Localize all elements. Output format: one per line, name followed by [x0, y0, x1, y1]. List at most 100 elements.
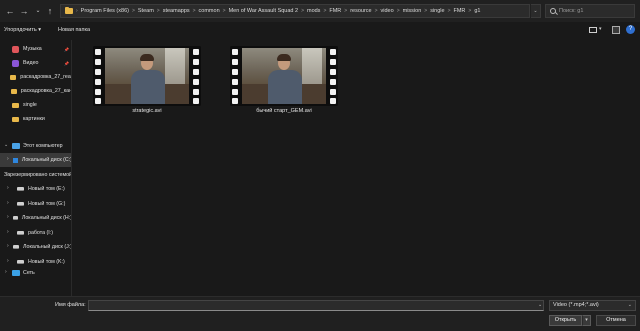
window	[302, 48, 322, 86]
breadcrumb-item[interactable]: steamapps	[163, 8, 190, 14]
chevron-right-icon[interactable]: ›	[7, 185, 9, 191]
breadcrumb-item[interactable]: g1	[474, 8, 480, 14]
cancel-button[interactable]: Отмена	[596, 315, 636, 326]
chevron-right-icon[interactable]: ›	[5, 269, 7, 275]
chevron-right-icon[interactable]: ›	[7, 200, 9, 206]
breadcrumb-item[interactable]: Steam	[138, 8, 154, 14]
sidebar-item-drive[interactable]: › работа (I:)	[0, 226, 71, 240]
filename-dropdown-icon[interactable]: ⌄	[538, 302, 542, 308]
film-hole	[95, 79, 101, 85]
chevron-right-icon[interactable]: >	[397, 8, 400, 14]
film-strip	[93, 46, 103, 106]
chevron-right-icon[interactable]: ›	[7, 258, 9, 264]
breadcrumb-item[interactable]: single	[430, 8, 444, 14]
sidebar-item-label: Видео	[23, 60, 39, 66]
chevron-right-icon[interactable]: >	[301, 8, 304, 14]
sidebar-item-quick-access[interactable]: раскадровка_27_кан	[0, 84, 71, 98]
breadcrumb-item[interactable]: FMR	[329, 8, 341, 14]
organize-button[interactable]: Упорядочить ▾	[4, 27, 41, 33]
new-folder-button[interactable]: Новая папка	[58, 27, 90, 33]
sidebar-item-drive[interactable]: › Локальный диск (H:)	[0, 211, 71, 225]
sidebar-item-label: Локальный диск (J:)	[23, 244, 72, 250]
chevron-right-icon[interactable]: >	[344, 8, 347, 14]
search-box[interactable]	[545, 4, 635, 18]
person-hair	[140, 54, 154, 61]
film-hole	[193, 89, 199, 95]
breadcrumb-item[interactable]: Program Files (x86)	[81, 8, 129, 14]
up-icon[interactable]: ↑	[44, 4, 56, 18]
view-dropdown-icon[interactable]: ▾	[599, 26, 602, 36]
music-icon	[12, 45, 19, 53]
sidebar-item-drive[interactable]: › Локальный диск (J:)	[0, 240, 72, 254]
sidebar-item-drive[interactable]: › Локальный диск (C:)	[0, 153, 71, 167]
film-hole	[193, 69, 199, 75]
address-dropdown-icon[interactable]: ⌄	[531, 4, 541, 18]
filetype-select[interactable]: Video (*.mp4;*.avi) ⌄	[549, 300, 636, 311]
film-hole	[232, 69, 238, 75]
chevron-right-icon[interactable]: ›	[7, 243, 9, 249]
sidebar-item-label: Этот компьютер	[23, 143, 63, 149]
chevron-right-icon[interactable]: >	[448, 8, 451, 14]
filename-input[interactable]	[89, 301, 543, 310]
open-button[interactable]: Открыть	[549, 315, 582, 326]
chevron-right-icon[interactable]: ›	[7, 156, 9, 162]
pin-icon[interactable]: 📌	[64, 61, 69, 66]
film-hole	[232, 59, 238, 65]
sidebar-item-quick-access[interactable]: картинки	[0, 112, 71, 126]
breadcrumb-item[interactable]: Men of War Assault Squad 2	[229, 8, 299, 14]
open-dropdown-icon[interactable]: ▾	[582, 315, 591, 326]
sidebar-item-network[interactable]: › Сеть	[0, 266, 71, 280]
breadcrumb-item[interactable]: resource	[350, 8, 371, 14]
preview-pane-icon[interactable]	[612, 26, 620, 34]
sidebar-item-label: картинки	[23, 116, 45, 122]
chevron-right-icon[interactable]: >	[468, 8, 471, 14]
filename-label: Имя файла:	[55, 302, 86, 308]
folder-icon	[65, 7, 73, 14]
breadcrumb-item[interactable]: mods	[307, 8, 320, 14]
video-thumbnail	[230, 46, 338, 106]
file-item[interactable]: strategic.avi	[75, 42, 219, 132]
command-bar: Упорядочить ▾ Новая папка	[0, 22, 640, 40]
search-input[interactable]	[559, 8, 629, 14]
sidebar-item-quick-access[interactable]: Видео 📌	[0, 56, 71, 70]
filename-field[interactable]	[88, 300, 544, 311]
sidebar-item-drive[interactable]: › Новый том (G:)	[0, 197, 71, 211]
chevron-right-icon[interactable]: ›	[7, 171, 9, 177]
film-hole	[330, 49, 336, 55]
address-bar[interactable]: › Program Files (x86) > Steam > steamapps > co…	[60, 4, 530, 18]
file-dialog-footer: Имя файла: ⌄ Video (*.mp4;*.avi) ⌄ Откры…	[0, 296, 640, 331]
file-item[interactable]: бычий старт_GEM.avi	[212, 42, 356, 132]
recent-locations-icon[interactable]: ⌄	[32, 4, 44, 18]
view-options-icon[interactable]	[589, 27, 597, 33]
chevron-right-icon[interactable]: >	[132, 8, 135, 14]
breadcrumb-item[interactable]: video	[381, 8, 394, 14]
window	[165, 48, 185, 86]
sidebar-item-label: работа (I:)	[28, 229, 54, 236]
breadcrumb-item[interactable]: FMR	[453, 8, 465, 14]
chevron-right-icon[interactable]: >	[223, 8, 226, 14]
chevron-right-icon[interactable]: >	[375, 8, 378, 14]
chevron-right-icon[interactable]: >	[157, 8, 160, 14]
film-hole	[232, 98, 238, 104]
chevron-right-icon[interactable]: >	[323, 8, 326, 14]
folder-icon	[12, 102, 19, 108]
person	[268, 70, 302, 104]
sidebar-item-drive[interactable]: › Зарезервировано системой	[0, 168, 71, 182]
forward-icon[interactable]: →	[18, 4, 30, 18]
chevron-right-icon[interactable]: >	[424, 8, 427, 14]
help-icon[interactable]: ?	[626, 25, 635, 34]
sidebar-item-quick-access[interactable]: Музыка 📌	[0, 42, 71, 56]
breadcrumb-item[interactable]: mission	[403, 8, 422, 14]
chevron-right-icon[interactable]: ›	[7, 229, 9, 235]
back-icon[interactable]: ←	[4, 4, 16, 18]
sidebar-item-drive[interactable]: › Новый том (E:)	[0, 182, 71, 196]
sidebar-item-this-pc[interactable]: ⌄ Этот компьютер	[0, 139, 71, 153]
pin-icon[interactable]: 📌	[64, 47, 69, 52]
chevron-down-icon[interactable]: ⌄	[4, 142, 8, 148]
chevron-right-icon[interactable]: ›	[7, 214, 9, 220]
folder-icon	[10, 74, 17, 80]
chevron-right-icon[interactable]: >	[193, 8, 196, 14]
breadcrumb-item[interactable]: common	[199, 8, 220, 14]
sidebar-item-quick-access[interactable]: single	[0, 98, 71, 112]
sidebar-item-quick-access[interactable]: раскадровка_27_real	[0, 70, 71, 84]
